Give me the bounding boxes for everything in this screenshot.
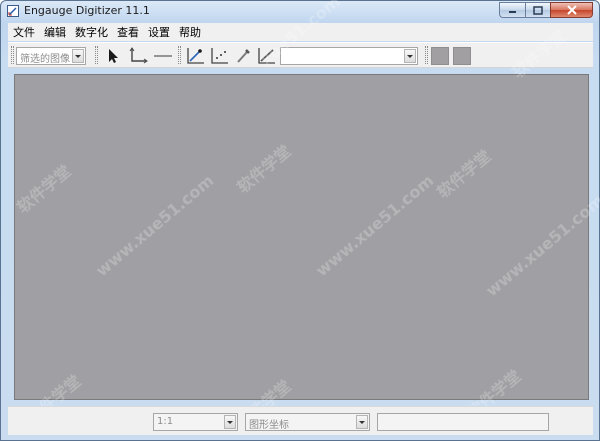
axis-point-button[interactable] xyxy=(128,47,148,65)
scale-bar-icon xyxy=(154,55,172,57)
segment-fill-icon xyxy=(258,48,275,64)
zoom-combo-value: 1:1 xyxy=(157,416,174,427)
minimize-button[interactable] xyxy=(499,2,525,18)
close-icon xyxy=(566,5,577,15)
filter-image-combo[interactable]: 筛选的图像 xyxy=(16,47,86,65)
coords-mode-combo[interactable]: 图形坐标 xyxy=(245,413,370,431)
toolbar-grip[interactable] xyxy=(178,46,181,64)
coords-mode-combo-value: 图形坐标 xyxy=(249,420,289,431)
curve-point-icon xyxy=(187,48,204,64)
menu-view[interactable]: 查看 xyxy=(112,24,143,40)
menu-digitize[interactable]: 数字化 xyxy=(70,24,112,40)
app-icon xyxy=(7,5,19,17)
chevron-down-icon[interactable] xyxy=(72,49,84,63)
select-arrow-icon xyxy=(109,49,118,63)
select-arrow-button[interactable] xyxy=(104,47,122,65)
zoom-combo[interactable]: 1:1 xyxy=(153,413,238,431)
menu-settings[interactable]: 设置 xyxy=(143,24,174,40)
close-button[interactable] xyxy=(550,2,593,18)
filter-image-combo-value: 筛选的图像 xyxy=(20,54,70,65)
chevron-down-icon[interactable] xyxy=(404,49,416,63)
toolbar-grip[interactable] xyxy=(425,46,428,64)
checklist-toggle-button[interactable] xyxy=(453,47,471,65)
chevron-down-icon[interactable] xyxy=(224,415,236,429)
status-message-field xyxy=(377,413,549,431)
menu-file[interactable]: 文件 xyxy=(8,24,39,40)
scale-bar-button[interactable] xyxy=(153,47,172,65)
segment-fill-button[interactable] xyxy=(256,47,275,65)
toolbar-grip[interactable] xyxy=(11,46,14,64)
menu-bar: 文件 编辑 数字化 查看 设置 帮助 xyxy=(8,23,593,41)
background-toggle-button[interactable] xyxy=(431,47,449,65)
point-match-button[interactable] xyxy=(209,47,228,65)
maximize-button[interactable] xyxy=(525,2,550,18)
axis-point-icon xyxy=(129,47,148,64)
minimize-icon xyxy=(508,11,516,13)
menu-edit[interactable]: 编辑 xyxy=(39,24,70,40)
window-controls xyxy=(499,2,593,19)
chevron-down-icon[interactable] xyxy=(356,415,368,429)
app-window: Engauge Digitizer 11.1 文件 编辑 数字化 查看 设置 帮… xyxy=(0,0,600,441)
point-match-icon xyxy=(211,48,228,64)
window-title: Engauge Digitizer 11.1 xyxy=(24,4,150,17)
curve-selection-combo[interactable] xyxy=(280,47,418,65)
toolbar: 筛选的图像 xyxy=(8,42,593,68)
color-picker-button[interactable] xyxy=(234,47,252,65)
toolbar-grip[interactable] xyxy=(95,46,98,64)
drawing-canvas[interactable] xyxy=(14,74,589,400)
color-picker-icon xyxy=(237,49,250,63)
curve-point-button[interactable] xyxy=(185,47,204,65)
maximize-icon xyxy=(533,5,543,15)
title-bar[interactable]: Engauge Digitizer 11.1 xyxy=(1,1,599,21)
menu-help[interactable]: 帮助 xyxy=(174,24,205,40)
